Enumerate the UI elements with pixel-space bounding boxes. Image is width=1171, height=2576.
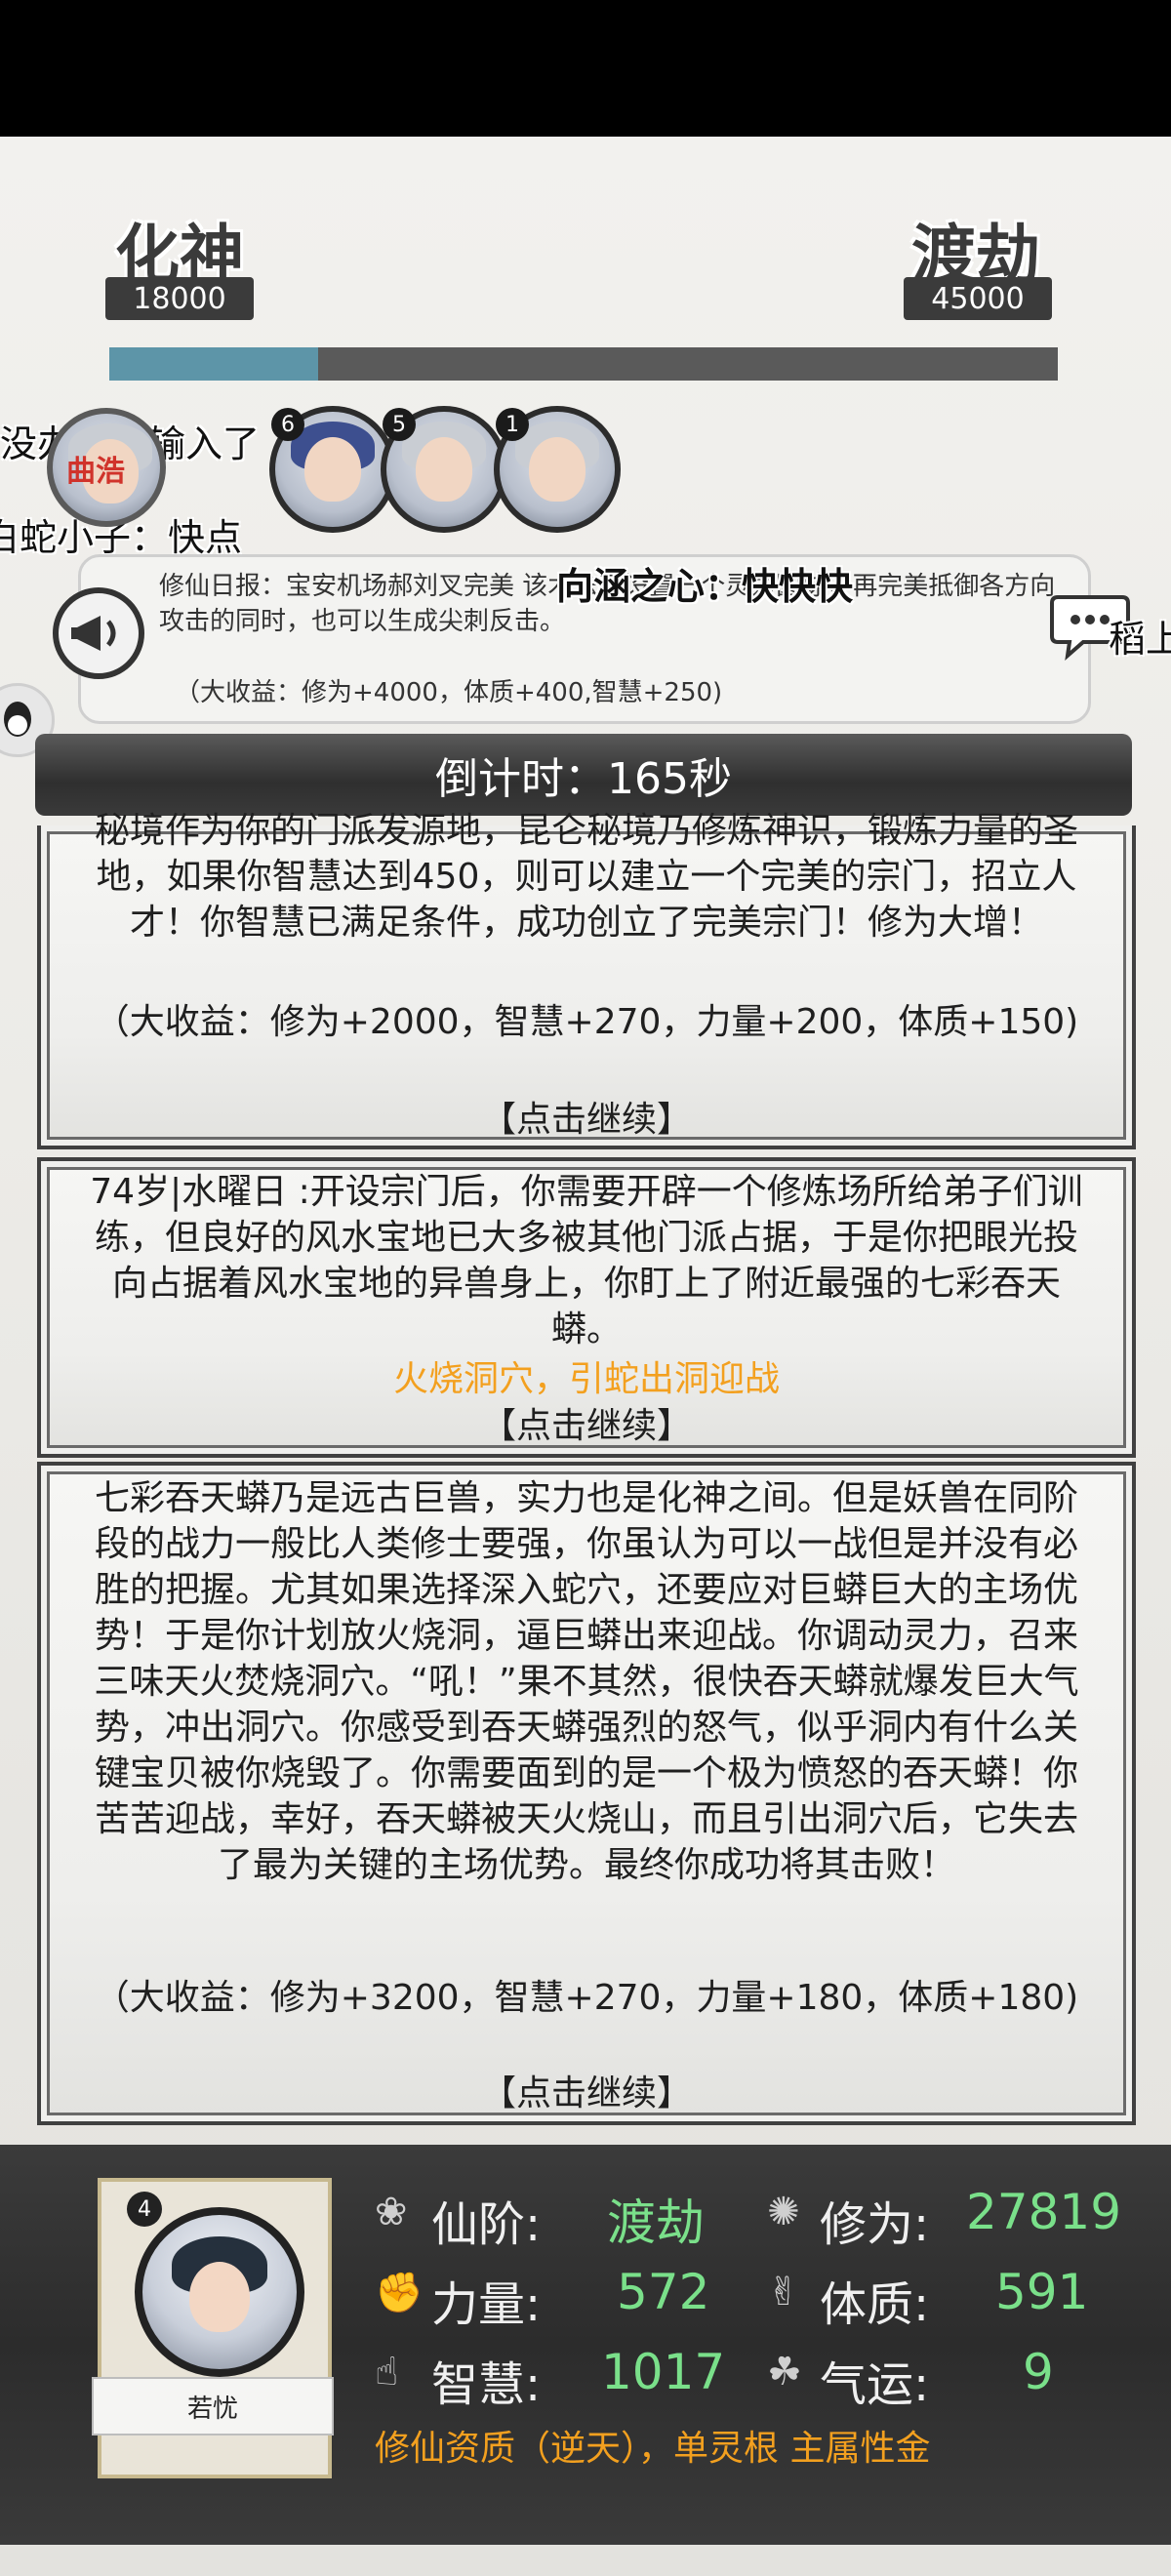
team-avatar-2[interactable]: 5 xyxy=(381,406,507,533)
avatar-overlay-text: 曲浩 xyxy=(66,455,125,489)
countdown-timer: 倒计时：165秒 xyxy=(35,734,1132,816)
strength-value: 572 xyxy=(617,2264,710,2320)
cultivation-value: 27819 xyxy=(966,2184,1122,2240)
continue-button[interactable]: 【点击继续】 xyxy=(41,1397,1132,1448)
wisdom-value: 1017 xyxy=(601,2344,726,2400)
news-gain: （大收益：修为+4000，体质+400,智慧+250) xyxy=(175,678,723,707)
continue-button[interactable]: 【点击继续】 xyxy=(41,2065,1132,2115)
team-avatar-3[interactable]: 1 xyxy=(494,406,621,533)
event-card[interactable]: 七彩吞天蟒乃是远古巨兽，实力也是化神之间。但是妖兽在同阶段的战力一般比人类修士要… xyxy=(37,1462,1136,2125)
strength-icon: ✊ xyxy=(375,2271,424,2315)
wisdom-label: 智慧: xyxy=(431,2357,542,2412)
danmaku-message: 向涵之心：快快快 xyxy=(556,565,854,608)
aptitude-text: 修仙资质（逆天），单灵根 主属性金 xyxy=(375,2429,931,2469)
constitution-value: 591 xyxy=(995,2264,1089,2320)
event-gain: （大收益：修为+3200，智慧+270，力量+180，体质+180) xyxy=(94,1978,1079,2018)
luck-label: 气运: xyxy=(820,2357,930,2412)
continue-button[interactable]: 【点击继续】 xyxy=(41,1091,1132,1142)
character-name: 若忧 xyxy=(92,2377,334,2435)
player-avatar-small[interactable]: 曲浩 xyxy=(47,408,166,527)
team-avatar-1[interactable]: 6 xyxy=(269,406,396,533)
wisdom-icon: ☝ xyxy=(375,2350,399,2395)
avatar-level-badge: 5 xyxy=(383,408,416,441)
character-portrait-card[interactable]: 4 若忧 xyxy=(92,2178,334,2478)
next-realm-value: 45000 xyxy=(904,277,1052,320)
event-text: 74岁|水曜日 :开设宗门后，你需要开辟一个修炼场所给弟子们训练，但良好的风水宝… xyxy=(90,1172,1083,1349)
character-level-badge: 4 xyxy=(127,2192,162,2227)
rank-value: 渡劫 xyxy=(607,2194,705,2251)
rank-label: 仙阶: xyxy=(431,2197,542,2252)
megaphone-icon xyxy=(53,587,144,679)
rank-icon: ❀ xyxy=(375,2190,408,2234)
event-text: 七彩吞天蟒乃是远古巨兽，实力也是化神之间。但是妖兽在同阶段的战力一般比人类修士要… xyxy=(94,1478,1079,1885)
avatar-face xyxy=(529,437,586,502)
luck-value: 9 xyxy=(1023,2344,1054,2400)
avatar-face xyxy=(416,437,472,502)
cultivation-label: 修为: xyxy=(820,2197,930,2252)
cultivation-icon: ✺ xyxy=(767,2190,800,2234)
selected-choice[interactable]: 火烧洞穴，引蛇出洞迎战 xyxy=(41,1350,1132,1401)
status-bar xyxy=(0,0,1171,137)
current-realm-value: 18000 xyxy=(105,277,254,320)
portrait-face xyxy=(189,2262,250,2332)
avatar-face xyxy=(304,437,361,502)
avatar-level-badge: 1 xyxy=(496,408,529,441)
realm-progress-fill xyxy=(109,347,318,381)
constitution-icon: ✌ xyxy=(767,2270,800,2314)
realm-progress-bar xyxy=(109,347,1058,381)
avatar-level-badge: 6 xyxy=(271,408,304,441)
chat-right-snippet: 稻上 xyxy=(1109,618,1171,661)
luck-icon: ☘ xyxy=(767,2350,802,2395)
strength-label: 力量: xyxy=(431,2277,542,2332)
constitution-label: 体质: xyxy=(820,2277,930,2332)
event-gain: （大收益：修为+2000，智慧+270，力量+200，体质+150) xyxy=(94,1002,1079,1042)
character-portrait xyxy=(135,2207,304,2377)
event-card[interactable]: 秘境作为你的门派发源地，昆仑秘境乃修炼神识，锻炼力量的圣地，如果你智慧达到450… xyxy=(37,811,1136,1149)
event-card[interactable]: 74岁|水曜日 :开设宗门后，你需要开辟一个修炼场所给弟子们训练，但良好的风水宝… xyxy=(37,1157,1136,1458)
